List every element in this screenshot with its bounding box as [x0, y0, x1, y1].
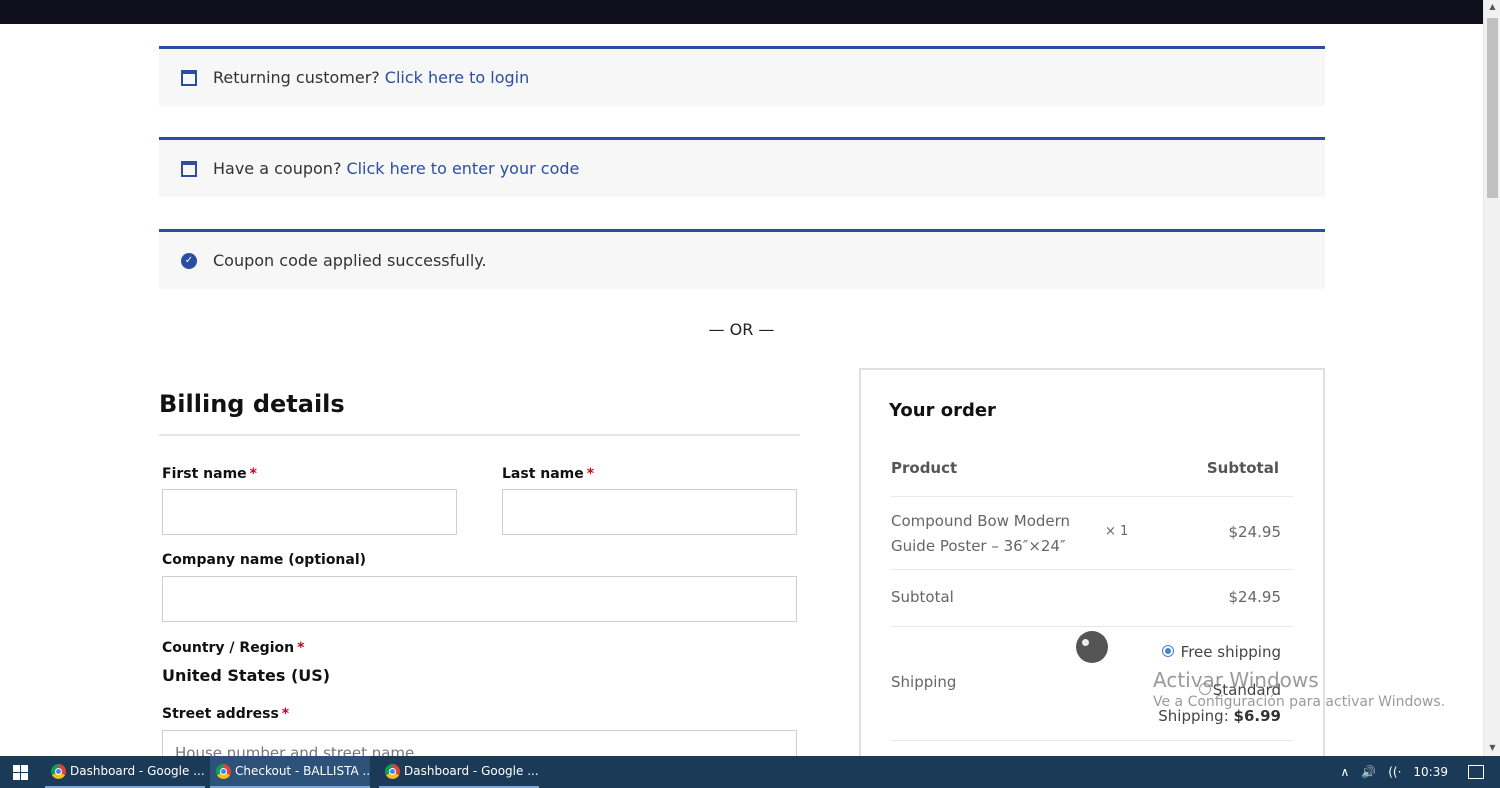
scrollbar-thumb[interactable]	[1487, 18, 1498, 198]
free-shipping-option[interactable]: Free shipping	[1161, 643, 1281, 661]
country-label-text: Country / Region	[162, 640, 295, 656]
chevron-up-icon[interactable]: ∧	[1340, 765, 1349, 779]
taskbar-task-dashboard-2[interactable]: Dashboard - Google ...	[379, 756, 539, 788]
subtotal-label: Subtotal	[891, 588, 954, 606]
volume-icon[interactable]: 🔊	[1361, 765, 1376, 779]
order-title: Your order	[889, 400, 996, 421]
first-name-input[interactable]	[162, 489, 457, 535]
required-mark: *	[297, 640, 305, 656]
subtotal-row: Subtotal $24.95	[891, 570, 1293, 627]
chrome-icon	[385, 763, 400, 779]
windows-taskbar: Dashboard - Google ... Checkout - BALLIS…	[0, 756, 1500, 788]
radio-selected-icon[interactable]	[1161, 645, 1174, 657]
window-icon	[181, 160, 197, 177]
product-column-header: Product	[891, 459, 958, 477]
subtotal-value: $24.95	[1228, 588, 1282, 606]
shipping-label: Shipping	[891, 673, 957, 691]
order-item-row: Compound Bow Modern Guide Poster – 36″×2…	[891, 497, 1293, 570]
enter-coupon-link[interactable]: Click here to enter your code	[346, 159, 579, 178]
network-icon[interactable]: ((·	[1388, 765, 1401, 779]
coupon-success-notice: ✓ Coupon code applied successfully.	[159, 229, 1325, 289]
task-label: Dashboard - Google ...	[70, 764, 205, 778]
notification-center-icon[interactable]	[1468, 765, 1484, 779]
free-shipping-label: Free shipping	[1180, 643, 1281, 661]
required-mark: *	[281, 706, 290, 722]
system-tray: ∧ 🔊 ((· 10:39	[1340, 756, 1500, 788]
windows-activation-watermark: Activar Windows Ve a Configuración para …	[1153, 668, 1445, 710]
coupon-success-text: Coupon code applied successfully.	[213, 251, 487, 270]
subtotal-column-header: Subtotal	[1206, 459, 1279, 477]
watermark-subtitle: Ve a Configuración para activar Windows.	[1153, 694, 1446, 710]
taskbar-clock[interactable]: 10:39	[1413, 765, 1448, 779]
taskbar-task-dashboard-1[interactable]: Dashboard - Google ...	[45, 756, 205, 788]
chrome-icon	[51, 763, 66, 779]
scroll-up-arrow-icon[interactable]: ▲	[1484, 2, 1500, 11]
order-item-quantity: × 1	[1105, 524, 1129, 539]
street-address-label-text: Street address	[162, 706, 279, 722]
coupon-notice: Have a coupon? Click here to enter your …	[159, 137, 1325, 197]
coupon-notice-text: Have a coupon?	[213, 159, 342, 178]
or-divider: — OR —	[708, 320, 775, 339]
street-address-label: Street address *	[162, 706, 289, 722]
order-table-header: Product Subtotal	[891, 455, 1293, 497]
watermark-title: Activar Windows	[1153, 668, 1319, 692]
start-button[interactable]	[0, 756, 40, 788]
chrome-icon	[216, 763, 231, 779]
window-icon	[181, 69, 197, 86]
required-mark: *	[586, 466, 595, 482]
task-label: Checkout - BALLISTA ...	[235, 764, 370, 778]
required-mark: *	[249, 466, 257, 482]
order-item-name: Compound Bow Modern Guide Poster – 36″×2…	[891, 512, 1071, 555]
country-value: United States (US)	[162, 666, 331, 685]
company-name-input[interactable]	[162, 576, 797, 622]
first-name-label: First name *	[162, 466, 257, 482]
windows-logo-icon	[12, 764, 28, 780]
order-item-price: $24.95	[1228, 523, 1282, 541]
country-label: Country / Region *	[162, 640, 304, 656]
check-circle-icon: ✓	[181, 252, 197, 269]
billing-divider	[159, 434, 800, 436]
task-label: Dashboard - Google ...	[404, 764, 539, 778]
page-scrollbar[interactable]: ▲ ▼	[1483, 0, 1500, 756]
last-name-label-text: Last name	[502, 466, 584, 482]
browser-top-bar	[0, 0, 1483, 24]
login-link[interactable]: Click here to login	[385, 68, 529, 87]
billing-details-heading: Billing details	[159, 390, 345, 418]
loading-spinner-icon	[1076, 631, 1108, 663]
last-name-input[interactable]	[502, 489, 797, 535]
company-name-label: Company name (optional)	[162, 552, 367, 568]
last-name-label: Last name *	[502, 466, 594, 482]
scroll-down-arrow-icon[interactable]: ▼	[1484, 743, 1500, 752]
first-name-label-text: First name	[162, 466, 247, 482]
login-notice-text: Returning customer?	[213, 68, 380, 87]
login-notice: Returning customer? Click here to login	[159, 46, 1325, 106]
taskbar-task-checkout[interactable]: Checkout - BALLISTA ...	[210, 756, 370, 788]
